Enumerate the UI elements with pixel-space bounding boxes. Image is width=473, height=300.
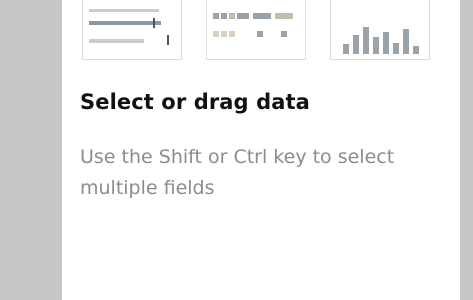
highlight-table-icon[interactable]	[206, 0, 306, 60]
panel-title: Select or drag data	[80, 90, 310, 114]
column-chart-icon[interactable]	[330, 0, 430, 60]
panel-description: Use the Shift or Ctrl key to select mult…	[80, 146, 395, 199]
show-me-content: Select or drag data Use the Shift or Ctr…	[62, 0, 460, 300]
show-me-panel: Select or drag data Use the Shift or Ctr…	[0, 0, 473, 300]
chart-thumbnails	[82, 0, 442, 62]
left-pane	[0, 0, 62, 300]
right-pane	[460, 0, 473, 300]
bullet-bar-chart-icon[interactable]	[82, 0, 182, 60]
